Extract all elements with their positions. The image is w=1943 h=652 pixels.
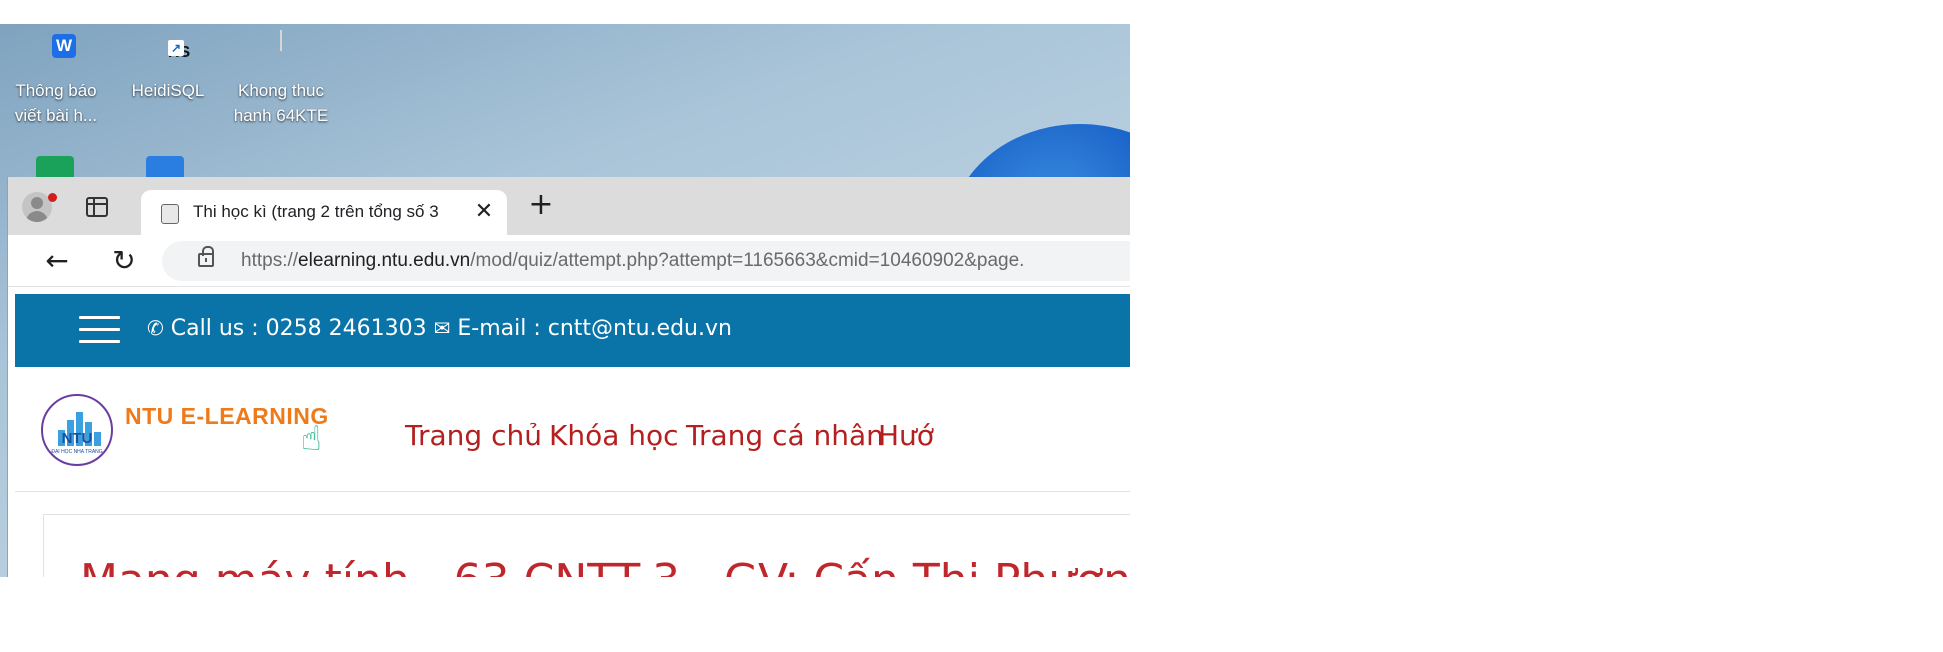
notification-dot	[48, 193, 57, 202]
reload-icon[interactable]: ↻	[108, 245, 140, 277]
desktop-icon-khong-thuc-hanh[interactable]: Khong thuc hanh 64KTE	[231, 28, 331, 128]
phone-text: Call us : 0258 2461303	[170, 316, 427, 341]
phone-icon: ✆	[147, 316, 164, 340]
desktop-icon-label: hanh 64KTE	[233, 106, 329, 125]
tab-strip: Thi học kì (trang 2 trên tổng số 3 ✕ +	[8, 177, 1130, 235]
heidisql-icon: HS↗	[145, 28, 191, 74]
site-header: NTU ĐẠI HỌC NHA TRANG NTU E-LEARNING ☝ T…	[15, 367, 1130, 492]
desktop-icon-label: viết bài h...	[14, 106, 98, 125]
desktop-icon-label: HeidiSQL	[131, 81, 205, 100]
url-path: /mod/quiz/attempt.php?attempt=1165663&cm…	[470, 250, 1025, 271]
back-icon[interactable]: ←	[41, 245, 73, 277]
browser-window: Thi học kì (trang 2 trên tổng số 3 ✕ + ←…	[7, 177, 1130, 577]
brand-name[interactable]: NTU E-LEARNING	[125, 403, 329, 430]
mail-icon: ✉	[433, 316, 451, 340]
screenshot: W Thông báo viết bài h... HS↗ HeidiSQL K…	[0, 0, 1943, 652]
nav-profile[interactable]: Trang cá nhân	[686, 419, 884, 452]
url-text: https://elearning.ntu.edu.vn/mod/quiz/at…	[241, 250, 1024, 272]
email-text[interactable]: E-mail : cntt@ntu.edu.vn	[457, 316, 732, 341]
nav-courses[interactable]: Khóa học	[549, 419, 679, 452]
address-bar[interactable]: https://elearning.ntu.edu.vn/mod/quiz/at…	[162, 241, 1130, 281]
close-tab-icon[interactable]: ✕	[473, 200, 495, 222]
nav-home[interactable]: Trang chủ	[405, 419, 542, 452]
site-topbar: ✆ Call us : 0258 2461303 ✉ E-mail : cntt…	[15, 294, 1130, 367]
image-file-icon	[258, 28, 304, 74]
new-tab-button[interactable]: +	[526, 190, 556, 220]
contact-info: ✆ Call us : 0258 2461303 ✉ E-mail : cntt…	[147, 316, 732, 341]
emblem-subtext: ĐẠI HỌC NHA TRANG	[51, 449, 103, 455]
nav-guide[interactable]: Hướ	[878, 419, 934, 452]
lock-icon[interactable]	[198, 246, 214, 267]
course-title: Mạng máy tính - 63.CNTT-3 - GV: Cấn Thị …	[80, 555, 1130, 577]
pointer-hand-icon: ☝	[301, 419, 322, 459]
browser-toolbar: ← ↻ https://elearning.ntu.edu.vn/mod/qui…	[8, 235, 1130, 287]
url-scheme: https://	[241, 250, 299, 271]
desktop-icon-label: Thông báo	[15, 81, 97, 100]
desktop-icon-heidisql[interactable]: HS↗ HeidiSQL	[118, 28, 218, 103]
wps-document-icon: W	[33, 28, 79, 74]
url-host: elearning.ntu.edu.vn	[298, 250, 471, 271]
ntu-emblem-icon[interactable]: NTU ĐẠI HỌC NHA TRANG	[41, 394, 113, 466]
web-page: ✆ Call us : 0258 2461303 ✉ E-mail : cntt…	[15, 294, 1130, 577]
content-card: Mạng máy tính - 63.CNTT-3 - GV: Cấn Thị …	[43, 514, 1130, 577]
tab-active[interactable]: Thi học kì (trang 2 trên tổng số 3 ✕	[141, 190, 507, 235]
tab-title: Thi học kì (trang 2 trên tổng số 3	[193, 202, 439, 221]
desktop-icon-label: Khong thuc	[237, 81, 324, 100]
desktop-icon-thong-bao[interactable]: W Thông báo viết bài h...	[6, 28, 106, 128]
page-favicon-icon	[161, 204, 179, 224]
menu-icon[interactable]	[79, 316, 120, 344]
tab-actions-icon[interactable]	[86, 197, 108, 217]
emblem-text: NTU	[61, 430, 93, 447]
